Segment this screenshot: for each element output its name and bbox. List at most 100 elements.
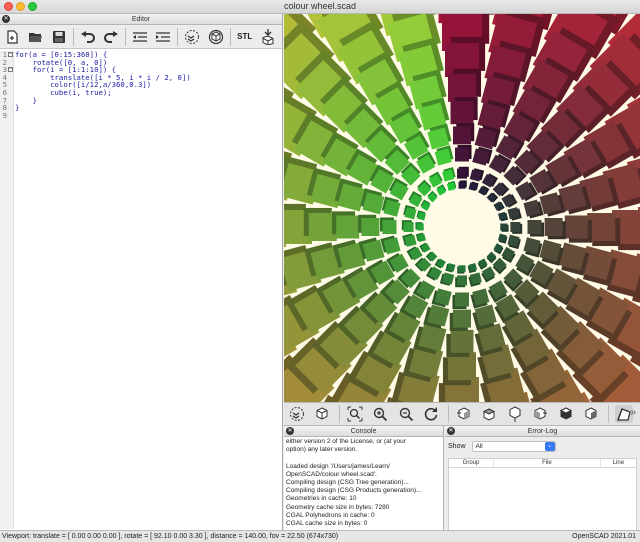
console-close-button[interactable]: ✕ (286, 427, 294, 435)
zoom-in-icon[interactable] (371, 405, 389, 423)
view-back-icon[interactable] (582, 405, 600, 423)
fold-toggle-icon[interactable]: − (8, 52, 13, 57)
new-icon[interactable] (3, 27, 21, 47)
column-file[interactable]: File (494, 459, 601, 467)
code-line[interactable]: 8} (0, 104, 283, 112)
toolbar-separator (72, 27, 74, 46)
export-stl-icon[interactable]: STL (236, 27, 254, 47)
error-log-filter: Show All ⌄ (445, 437, 640, 456)
view-right-icon[interactable] (455, 405, 473, 423)
redo-icon[interactable] (102, 27, 120, 47)
status-bar: Viewport: translate = [ 0.00 0.00 0.00 ]… (0, 530, 640, 542)
reset-view-icon[interactable] (313, 405, 331, 423)
cube-face (450, 329, 474, 353)
cube-face (416, 223, 424, 231)
error-log-panel: ✕ Error-Log Show All ⌄ Group File Line (445, 426, 640, 534)
error-log-title: Error-Log (527, 428, 558, 435)
console-output[interactable]: either version 2 of the License, or (at … (284, 437, 443, 529)
console-line: Compiling design (CSG Tree generation)..… (286, 479, 409, 487)
code-line[interactable]: 6 cube(i, true); (0, 89, 283, 97)
error-log-close-button[interactable]: ✕ (447, 427, 455, 435)
toolbar-separator (125, 27, 126, 46)
fold-toggle-icon[interactable]: − (8, 67, 13, 73)
viewport-status: Viewport: translate = [ 0.00 0.00 0.00 ]… (2, 533, 339, 540)
editor-close-button[interactable]: ✕ (2, 15, 10, 23)
toolbar-separator (447, 405, 449, 423)
view-toolbar: » (284, 402, 640, 426)
show-dropdown-value: All (475, 443, 483, 450)
cube-face (382, 220, 397, 234)
cube-face (361, 218, 380, 236)
console-line: Compiling design (CSG Products generatio… (286, 487, 422, 495)
cube-face (457, 168, 467, 179)
cube-face (564, 215, 588, 239)
error-log-table[interactable]: Group File Line (448, 458, 637, 534)
cube-face (457, 275, 467, 286)
show-dropdown[interactable]: All ⌄ (471, 441, 556, 452)
column-group[interactable]: Group (449, 459, 495, 467)
3d-viewport[interactable] (284, 14, 640, 402)
view-top-icon[interactable] (480, 405, 498, 423)
cube-face (455, 147, 469, 162)
line-number-gutter (0, 51, 14, 529)
console-line: CGAL Polyhedrons in cache: 0 (286, 511, 375, 519)
save-icon[interactable] (49, 27, 67, 47)
console-line: OpenSCAD/colour wheel.scad'. (286, 470, 377, 478)
zoom-out-icon[interactable] (397, 405, 415, 423)
toolbar-separator (607, 405, 609, 423)
window-title: colour wheel.scad (283, 1, 357, 11)
open-icon[interactable] (26, 27, 44, 47)
show-label: Show (448, 443, 466, 450)
error-log-table-header: Group File Line (449, 459, 636, 468)
cube-face (455, 292, 469, 307)
render-icon[interactable] (206, 27, 224, 47)
cube-face (453, 309, 471, 328)
cube-face (453, 126, 471, 145)
cube-face (450, 101, 474, 125)
line-number: 9 (2, 110, 7, 120)
toolbar-separator (229, 27, 231, 46)
console-line: either version 2 of the License, or (at … (286, 438, 406, 445)
send-to-print-icon[interactable] (259, 27, 277, 47)
code-editor[interactable]: 1− for(a = [0:15:360]) {2 rotate([0, a, 0… (0, 49, 282, 529)
indent-icon[interactable] (154, 27, 172, 47)
cube-face (336, 215, 360, 239)
view-bottom-icon[interactable] (506, 405, 524, 423)
cube-face (527, 220, 542, 234)
console-line: Loaded design '/Users/james/Learn/ (286, 462, 390, 470)
code-text: } (15, 103, 20, 113)
console-line: option) any later version. (286, 446, 358, 454)
chevron-down-icon: ⌄ (544, 442, 555, 451)
colour-wheel-render (284, 14, 640, 402)
editor-panel: ✕ Editor STL 1 − for(a = [0:15:360]) {2… (0, 14, 283, 530)
window-titlebar: colour wheel.scad (0, 0, 640, 14)
preview-icon[interactable] (183, 27, 201, 47)
more-icon[interactable]: » (630, 407, 636, 418)
console-panel: ✕ Console either version 2 of the Licens… (284, 426, 444, 530)
toolbar-separator (338, 405, 340, 423)
view-all-icon[interactable] (288, 405, 306, 423)
code-line[interactable]: 9 (0, 112, 283, 120)
undo-icon[interactable] (79, 27, 97, 47)
code-line[interactable]: 7 } (0, 96, 283, 105)
cube-face (458, 265, 466, 273)
zoom-all-icon[interactable] (346, 405, 364, 423)
console-header: ✕ Console (284, 426, 443, 437)
error-log-header: ✕ Error-Log (445, 426, 640, 437)
column-line[interactable]: Line (601, 459, 636, 467)
reset-rotation-icon[interactable] (422, 405, 440, 423)
editor-title: Editor (131, 16, 151, 23)
toolbar-separator (177, 27, 179, 46)
console-line: CGAL cache size in bytes: 0 (286, 520, 368, 528)
stl-label: STL (237, 32, 253, 41)
cube-face (500, 223, 508, 231)
view-left-icon[interactable] (531, 405, 549, 423)
console-line: Geometries in cache: 10 (286, 495, 357, 503)
unindent-icon[interactable] (131, 27, 149, 47)
view-front-icon[interactable] (557, 405, 575, 423)
console-title: Console (350, 428, 377, 435)
console-line: Geometry cache size in bytes: 7280 (286, 503, 390, 511)
cube-face (403, 222, 414, 232)
cube-face (544, 218, 563, 236)
